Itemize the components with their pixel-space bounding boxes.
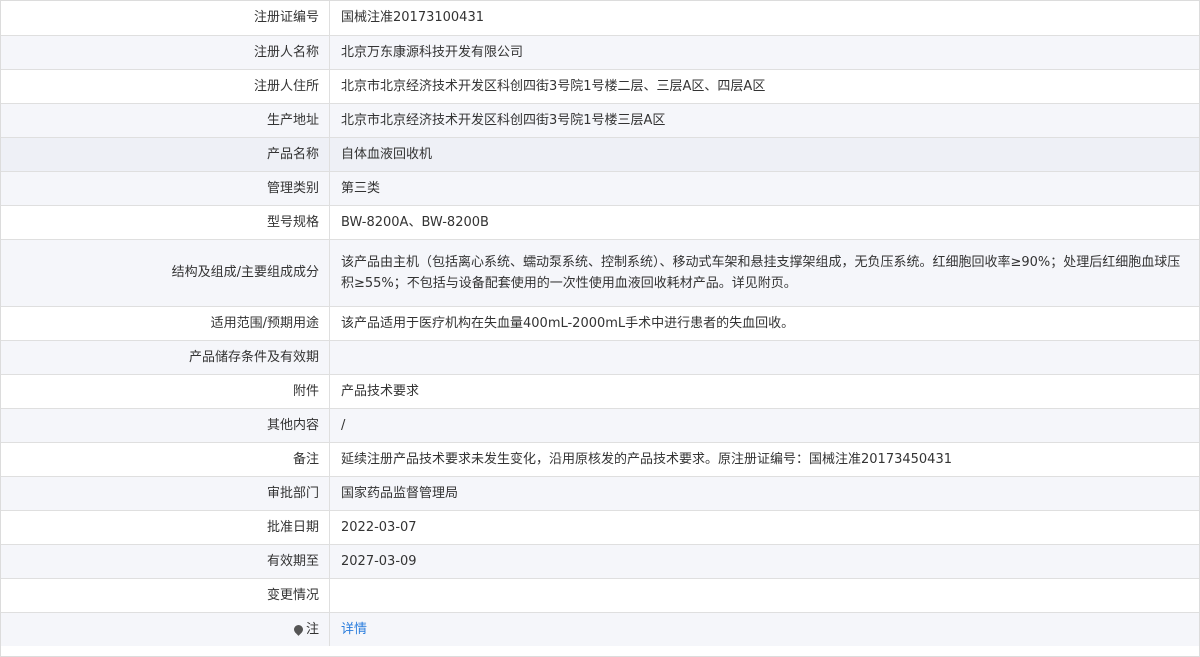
field-value [329,578,1199,613]
field-value: 2027-03-09 [329,544,1199,579]
field-value: 该产品适用于医疗机构在失血量400mL-2000mL手术中进行患者的失血回收。 [329,306,1199,341]
field-value: / [329,408,1199,443]
field-value: 国家药品监督管理局 [329,476,1199,511]
field-label: 注册人住所 [1,69,330,104]
field-value: 延续注册产品技术要求未发生变化，沿用原核发的产品技术要求。原注册证编号：国械注准… [329,442,1199,477]
row-product-name: 产品名称 自体血液回收机 [1,137,1199,172]
row-remarks: 备注 延续注册产品技术要求未发生变化，沿用原核发的产品技术要求。原注册证编号：国… [1,442,1199,477]
row-model-spec: 型号规格 BW-8200A、BW-8200B [1,205,1199,240]
row-note: 注 详情 [1,612,1199,646]
field-value: 北京市北京经济技术开发区科创四街3号院1号楼三层A区 [329,103,1199,138]
row-change-history: 变更情况 [1,578,1199,613]
row-management-category: 管理类别 第三类 [1,171,1199,206]
row-registrant-name: 注册人名称 北京万东康源科技开发有限公司 [1,35,1199,70]
field-value: 产品技术要求 [329,374,1199,409]
field-label: 注册证编号 [1,1,330,36]
field-value: 第三类 [329,171,1199,206]
note-label-cell: 注 [1,612,330,646]
row-storage-validity: 产品储存条件及有效期 [1,340,1199,375]
row-other-content: 其他内容 / [1,408,1199,443]
field-value: 2022-03-07 [329,510,1199,545]
pin-icon [292,622,305,636]
row-registrant-address: 注册人住所 北京市北京经济技术开发区科创四街3号院1号楼二层、三层A区、四层A区 [1,69,1199,104]
note-label: 注 [305,621,319,637]
field-label: 型号规格 [1,205,330,240]
field-label: 审批部门 [1,476,330,511]
field-label: 批准日期 [1,510,330,545]
row-registration-number: 注册证编号 国械注准20173100431 [1,1,1199,36]
field-value: 国械注准20173100431 [329,1,1199,36]
field-label: 其他内容 [1,408,330,443]
field-label: 适用范围/预期用途 [1,306,330,341]
field-label: 产品储存条件及有效期 [1,340,330,375]
row-valid-until: 有效期至 2027-03-09 [1,544,1199,579]
field-label: 管理类别 [1,171,330,206]
row-scope-intended-use: 适用范围/预期用途 该产品适用于医疗机构在失血量400mL-2000mL手术中进… [1,306,1199,341]
field-value [329,340,1199,375]
field-label: 变更情况 [1,578,330,613]
field-label: 产品名称 [1,137,330,172]
field-label: 结构及组成/主要组成成分 [1,239,330,307]
row-approval-department: 审批部门 国家药品监督管理局 [1,476,1199,511]
field-value: 北京万东康源科技开发有限公司 [329,35,1199,70]
field-label: 附件 [1,374,330,409]
field-label: 注册人名称 [1,35,330,70]
row-production-address: 生产地址 北京市北京经济技术开发区科创四街3号院1号楼三层A区 [1,103,1199,138]
row-structure-composition: 结构及组成/主要组成成分 该产品由主机（包括离心系统、蠕动泵系统、控制系统）、移… [1,239,1199,307]
field-label: 备注 [1,442,330,477]
registration-detail-panel: 注册证编号 国械注准20173100431 注册人名称 北京万东康源科技开发有限… [0,0,1200,657]
note-value-cell: 详情 [329,612,1199,646]
field-label: 有效期至 [1,544,330,579]
row-approval-date: 批准日期 2022-03-07 [1,510,1199,545]
field-value: 该产品由主机（包括离心系统、蠕动泵系统、控制系统）、移动式车架和悬挂支撑架组成，… [329,239,1199,307]
field-value: 北京市北京经济技术开发区科创四街3号院1号楼二层、三层A区、四层A区 [329,69,1199,104]
row-attachment: 附件 产品技术要求 [1,374,1199,409]
field-label: 生产地址 [1,103,330,138]
field-value: 自体血液回收机 [329,137,1199,172]
registration-detail-table: 注册证编号 国械注准20173100431 注册人名称 北京万东康源科技开发有限… [1,1,1199,646]
field-value: BW-8200A、BW-8200B [329,205,1199,240]
details-link[interactable]: 详情 [341,622,367,637]
